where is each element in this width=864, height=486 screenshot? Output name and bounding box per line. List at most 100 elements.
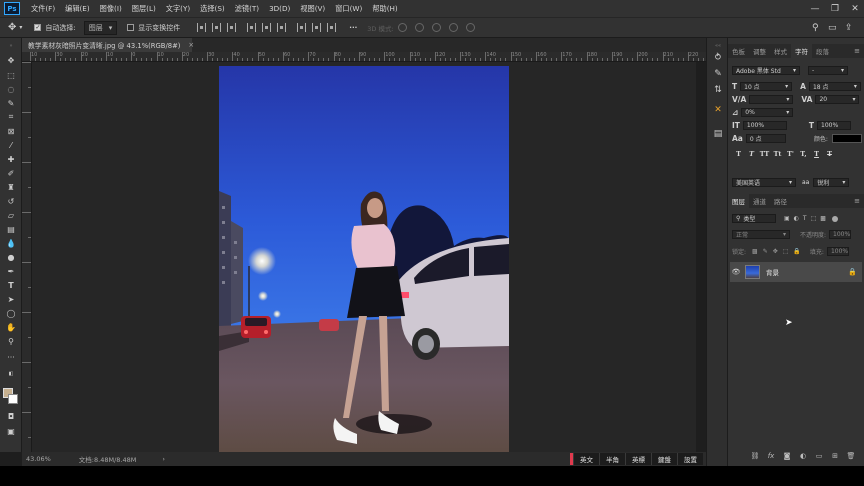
ime-halfwidth[interactable]: 半角 bbox=[599, 453, 625, 465]
baseline-shift-field[interactable]: 0 点 bbox=[745, 134, 786, 143]
superscript-button[interactable]: T' bbox=[784, 150, 797, 158]
align-bottom-icon[interactable] bbox=[277, 23, 287, 32]
glyphs-panel-icon[interactable]: ▤ bbox=[712, 128, 724, 140]
menu-select[interactable]: 选择(S) bbox=[195, 4, 230, 14]
search-icon[interactable]: ⚲ bbox=[812, 23, 819, 33]
roll-3d-icon[interactable] bbox=[414, 23, 424, 32]
font-size-field[interactable]: 10 点 ▾ bbox=[740, 82, 793, 91]
tool-preset-chevron-icon[interactable]: ▾ bbox=[19, 24, 22, 31]
strikethrough-button[interactable]: T bbox=[823, 150, 836, 158]
adjustment-layer-icon[interactable]: ◐ bbox=[798, 452, 808, 462]
move-tool-icon[interactable]: ✥ bbox=[4, 54, 18, 66]
text-color-swatch[interactable] bbox=[831, 134, 862, 143]
align-right-icon[interactable] bbox=[227, 23, 237, 32]
layer-row-background[interactable]: 👁 背景 🔒 bbox=[730, 262, 862, 282]
tab-channels[interactable]: 通道 bbox=[749, 194, 770, 208]
align-center-icon[interactable] bbox=[212, 23, 222, 32]
blur-tool-icon[interactable]: 💧 bbox=[4, 237, 18, 249]
menu-3d[interactable]: 3D(D) bbox=[264, 4, 295, 13]
history-panel-icon[interactable]: ⥁ bbox=[712, 52, 724, 64]
slide-3d-icon[interactable] bbox=[448, 23, 458, 32]
ime-punctuation[interactable]: 英標 bbox=[625, 453, 651, 465]
panel-menu-icon[interactable]: ≡ bbox=[854, 47, 860, 55]
toolbar-collapse-icon[interactable]: » bbox=[4, 40, 18, 52]
document-tab[interactable]: 教学素材灰暗照片变清晰.jpg @ 43.1%(RGB/8#) × bbox=[22, 38, 194, 52]
new-layer-icon[interactable]: ⊞ bbox=[830, 452, 840, 462]
distribute-bottom-icon[interactable] bbox=[327, 23, 337, 32]
distribute-top-icon[interactable] bbox=[297, 23, 307, 32]
document-image[interactable] bbox=[219, 66, 509, 452]
share-icon[interactable]: ⇪ bbox=[845, 23, 853, 33]
leading-field[interactable]: 18 点 ▾ bbox=[808, 82, 861, 91]
eye-icon[interactable]: 👁 bbox=[730, 268, 742, 276]
new-group-icon[interactable]: ▭ bbox=[814, 452, 824, 462]
show-transform-checkbox[interactable]: 显示变换控件 bbox=[127, 23, 180, 33]
tracking-field[interactable]: 20 ▾ bbox=[815, 95, 860, 104]
eyedropper-tool-icon[interactable]: ⁄ bbox=[4, 139, 18, 151]
brush-tool-icon[interactable]: ✐ bbox=[4, 167, 18, 179]
menu-edit[interactable]: 编辑(E) bbox=[60, 4, 95, 14]
antialias-select[interactable]: 锐利 ▾ bbox=[813, 178, 850, 187]
language-select[interactable]: 美国英语 ▾ bbox=[732, 178, 796, 187]
frame-tool-icon[interactable]: ⊠ bbox=[4, 125, 18, 137]
auto-select-checkbox[interactable]: ✓ 自动选择: bbox=[34, 23, 76, 33]
zoom-tool-icon[interactable]: ⚲ bbox=[4, 335, 18, 347]
tools-crossed-icon[interactable]: ✕ bbox=[712, 104, 724, 116]
ime-english[interactable]: 英文 bbox=[573, 453, 599, 465]
kerning-field[interactable]: ▾ bbox=[749, 95, 794, 104]
drag-3d-icon[interactable] bbox=[431, 23, 441, 32]
layer-name[interactable]: 背景 bbox=[766, 267, 779, 277]
marquee-tool-icon[interactable]: ⬚ bbox=[4, 69, 18, 81]
hand-tool-icon[interactable]: ✋ bbox=[4, 321, 18, 333]
faux-italic-button[interactable]: T bbox=[745, 150, 758, 158]
horizontal-ruler[interactable]: 10 30 20 10 0 10 20 30 40 50 60 70 80 90 100 110 120 130 1… bbox=[22, 52, 706, 62]
link-layers-icon[interactable]: ⛓ bbox=[750, 452, 760, 462]
history-brush-tool-icon[interactable]: ↺ bbox=[4, 195, 18, 207]
scale-3d-icon[interactable] bbox=[465, 23, 475, 32]
tab-layers[interactable]: 图层 bbox=[728, 194, 749, 208]
zoom-level[interactable]: 43.06% bbox=[26, 455, 51, 463]
horizontal-scale-field[interactable]: 100% bbox=[817, 121, 852, 130]
menu-file[interactable]: 文件(F) bbox=[26, 4, 60, 14]
restore-button[interactable]: ❐ bbox=[826, 0, 844, 17]
adjustments-panel-icon[interactable]: ⇅ bbox=[712, 84, 724, 96]
delete-layer-icon[interactable]: 🗑 bbox=[846, 452, 856, 462]
all-caps-button[interactable]: TT bbox=[758, 150, 771, 158]
align-top-icon[interactable] bbox=[247, 23, 257, 32]
align-left-icon[interactable] bbox=[197, 23, 207, 32]
tab-swatches[interactable]: 色板 bbox=[728, 44, 749, 58]
layer-style-icon[interactable]: fx bbox=[766, 452, 776, 462]
small-caps-button[interactable]: Tt bbox=[771, 150, 784, 158]
screen-mode-icon[interactable]: ▣ bbox=[4, 425, 18, 437]
edit-toolbar-icon[interactable]: ··· bbox=[4, 351, 18, 363]
subscript-button[interactable]: T, bbox=[797, 150, 810, 158]
font-style-select[interactable]: - ▾ bbox=[808, 66, 848, 75]
align-middle-icon[interactable] bbox=[262, 23, 272, 32]
minimize-button[interactable]: — bbox=[806, 0, 824, 17]
close-tab-icon[interactable]: × bbox=[188, 41, 194, 49]
healing-brush-tool-icon[interactable]: ✚ bbox=[4, 153, 18, 165]
path-select-tool-icon[interactable]: ➤ bbox=[4, 293, 18, 305]
menu-filter[interactable]: 滤镜(T) bbox=[230, 4, 264, 14]
status-menu-arrow[interactable]: › bbox=[162, 455, 165, 463]
tab-adjustments[interactable]: 调整 bbox=[749, 44, 770, 58]
layer-filter-select[interactable]: ⚲ 类型 bbox=[732, 214, 776, 223]
eraser-tool-icon[interactable]: ▱ bbox=[4, 209, 18, 221]
blend-mode-select[interactable]: 正常 ▾ bbox=[732, 230, 790, 239]
more-options-button[interactable]: ··· bbox=[349, 24, 357, 32]
lock-options-icons[interactable]: ▩✎✥⬚🔒 bbox=[752, 248, 806, 255]
menu-view[interactable]: 视图(V) bbox=[295, 4, 330, 14]
brush-settings-icon[interactable]: ✎ bbox=[712, 68, 724, 80]
tab-paragraph[interactable]: 段落 bbox=[812, 44, 833, 58]
crop-tool-icon[interactable]: ⌗ bbox=[4, 111, 18, 123]
tab-styles[interactable]: 样式 bbox=[770, 44, 791, 58]
menu-layer[interactable]: 图层(L) bbox=[127, 4, 161, 14]
filter-toggle-icon[interactable] bbox=[831, 215, 838, 222]
menu-window[interactable]: 窗口(W) bbox=[330, 4, 367, 14]
tab-character[interactable]: 字符 bbox=[791, 44, 812, 58]
strip-collapse-icon[interactable]: «« bbox=[712, 40, 724, 52]
font-family-select[interactable]: Adobe 黑体 Std ▾ bbox=[732, 66, 800, 75]
close-window-button[interactable]: ✕ bbox=[846, 0, 864, 17]
tsume-field[interactable]: 0% ▾ bbox=[741, 108, 794, 117]
layers-menu-icon[interactable]: ≡ bbox=[854, 197, 860, 205]
